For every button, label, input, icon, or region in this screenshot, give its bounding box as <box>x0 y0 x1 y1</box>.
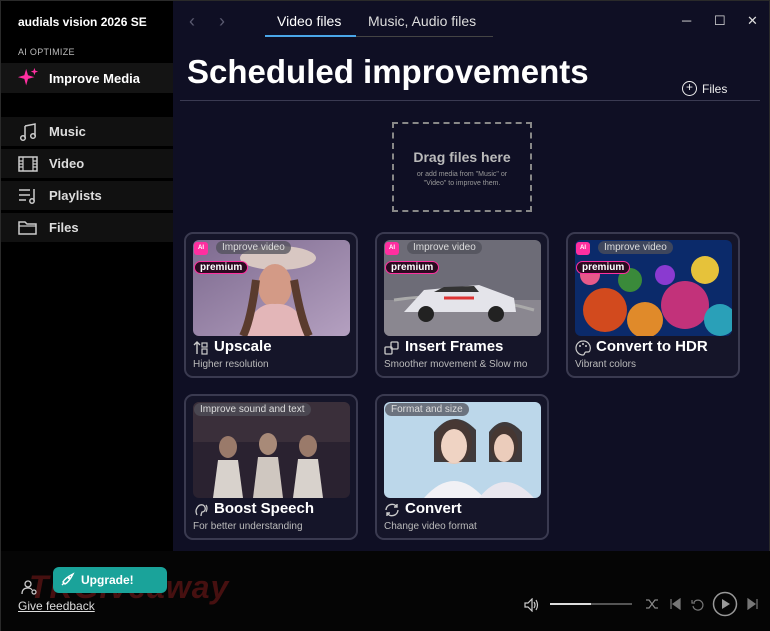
card-insert-frames[interactable]: AI Improve video premium Insert Frames S… <box>375 232 549 378</box>
upgrade-button[interactable]: Upgrade! <box>53 567 167 593</box>
sidebar-item-improve-media[interactable]: Improve Media <box>1 63 173 93</box>
main-panel: ‹ › Video files Music, Audio files ─ ☐ ✕… <box>173 1 769 551</box>
thumbnail-image <box>193 402 350 498</box>
premium-badge: premium <box>385 261 440 274</box>
give-feedback-link[interactable]: Give feedback <box>18 599 95 613</box>
sidebar-item-playlists[interactable]: Playlists <box>1 181 173 210</box>
card-title: Convert <box>405 500 462 517</box>
upscale-icon <box>193 341 208 355</box>
volume-icon[interactable] <box>524 598 540 612</box>
section-label: AI OPTIMIZE <box>18 47 75 57</box>
playlist-icon <box>19 188 35 204</box>
tab-video-files[interactable]: Video files <box>277 13 341 29</box>
ai-badge: AI <box>576 242 590 255</box>
speech-icon <box>195 504 208 517</box>
tab-divider <box>356 36 493 37</box>
palette-icon <box>575 340 591 356</box>
top-bar: ‹ › Video files Music, Audio files ─ ☐ ✕ <box>173 1 769 39</box>
user-settings-icon[interactable] <box>21 579 37 595</box>
sidebar-item-label: Playlists <box>49 188 102 203</box>
sidebar-item-music[interactable]: Music <box>1 117 173 146</box>
previous-icon[interactable] <box>669 598 681 610</box>
maximize-icon[interactable]: ☐ <box>714 13 726 29</box>
card-title: Upscale <box>214 338 272 355</box>
drop-zone-subtitle: or add media from "Music" or "Video" to … <box>416 171 508 187</box>
bottom-bar: TKGiveaway Upgrade! Give feedback <box>1 551 770 631</box>
card-title: Convert to HDR <box>596 338 708 355</box>
drop-zone-title: Drag files here <box>413 149 511 165</box>
category-pill: Improve video <box>407 241 482 254</box>
app-title: audials vision 2026 SE <box>18 15 147 29</box>
page-title: Scheduled improvements <box>187 53 589 90</box>
back-arrow-icon[interactable]: ‹ <box>189 11 195 32</box>
category-pill: Format and size <box>385 403 469 416</box>
divider <box>180 100 760 101</box>
card-subtitle: Change video format <box>384 521 477 532</box>
thumbnail-image <box>575 240 732 336</box>
music-note-icon <box>19 122 37 141</box>
card-subtitle: For better understanding <box>193 521 303 532</box>
thumbnail-image <box>193 240 350 336</box>
app-window: audials vision 2026 SE AI OPTIMIZE Impro… <box>0 0 770 631</box>
category-pill: Improve video <box>598 241 673 254</box>
close-icon[interactable]: ✕ <box>747 13 758 29</box>
category-pill: Improve sound and text <box>194 403 311 416</box>
sidebar-item-label: Improve Media <box>49 70 141 86</box>
frames-icon <box>384 341 399 355</box>
sidebar-item-video[interactable]: Video <box>1 149 173 178</box>
shuffle-icon[interactable] <box>645 598 659 610</box>
sidebar-item-files[interactable]: Files <box>1 213 173 242</box>
thumbnail-image <box>384 240 541 336</box>
next-icon[interactable] <box>747 598 759 610</box>
sidebar: audials vision 2026 SE AI OPTIMIZE Impro… <box>1 1 173 551</box>
add-files-label: Files <box>702 81 728 96</box>
card-subtitle: Smoother movement & Slow mo <box>384 359 528 370</box>
drop-zone[interactable]: Drag files here or add media from "Music… <box>392 122 532 212</box>
sidebar-item-label: Music <box>49 124 86 139</box>
play-icon[interactable] <box>712 591 738 617</box>
upgrade-label: Upgrade! <box>81 573 134 587</box>
ai-badge: AI <box>194 242 208 255</box>
category-pill: Improve video <box>216 241 291 254</box>
sidebar-item-label: Files <box>49 220 79 235</box>
premium-badge: premium <box>576 261 631 274</box>
card-convert-to-hdr[interactable]: AI Improve video premium Convert to HDR … <box>566 232 740 378</box>
active-tab-indicator <box>265 35 356 37</box>
forward-arrow-icon[interactable]: › <box>219 11 225 32</box>
minimize-icon[interactable]: ─ <box>682 13 691 28</box>
premium-badge: premium <box>194 261 249 274</box>
rocket-icon <box>61 572 75 586</box>
thumbnail-image <box>384 402 541 498</box>
tab-music-audio-files[interactable]: Music, Audio files <box>368 13 476 29</box>
card-subtitle: Vibrant colors <box>575 359 636 370</box>
card-boost-speech[interactable]: Improve sound and text Boost Speech For … <box>184 394 358 540</box>
convert-icon <box>385 503 399 517</box>
card-subtitle: Higher resolution <box>193 359 269 370</box>
sidebar-item-label: Video <box>49 156 85 171</box>
volume-level <box>550 603 591 605</box>
replay-icon[interactable] <box>691 598 705 612</box>
card-upscale[interactable]: AI Improve video premium Upscale Higher … <box>184 232 358 378</box>
add-files-button[interactable]: + Files <box>682 81 727 96</box>
volume-slider[interactable] <box>550 603 632 605</box>
ai-badge: AI <box>385 242 399 255</box>
folder-icon <box>18 220 37 235</box>
sparkle-icon <box>17 67 39 86</box>
card-convert[interactable]: Format and size Convert Change video for… <box>375 394 549 540</box>
plus-circle-icon: + <box>682 81 697 96</box>
card-title: Insert Frames <box>405 338 504 355</box>
film-icon <box>18 155 38 172</box>
card-title: Boost Speech <box>214 500 315 517</box>
